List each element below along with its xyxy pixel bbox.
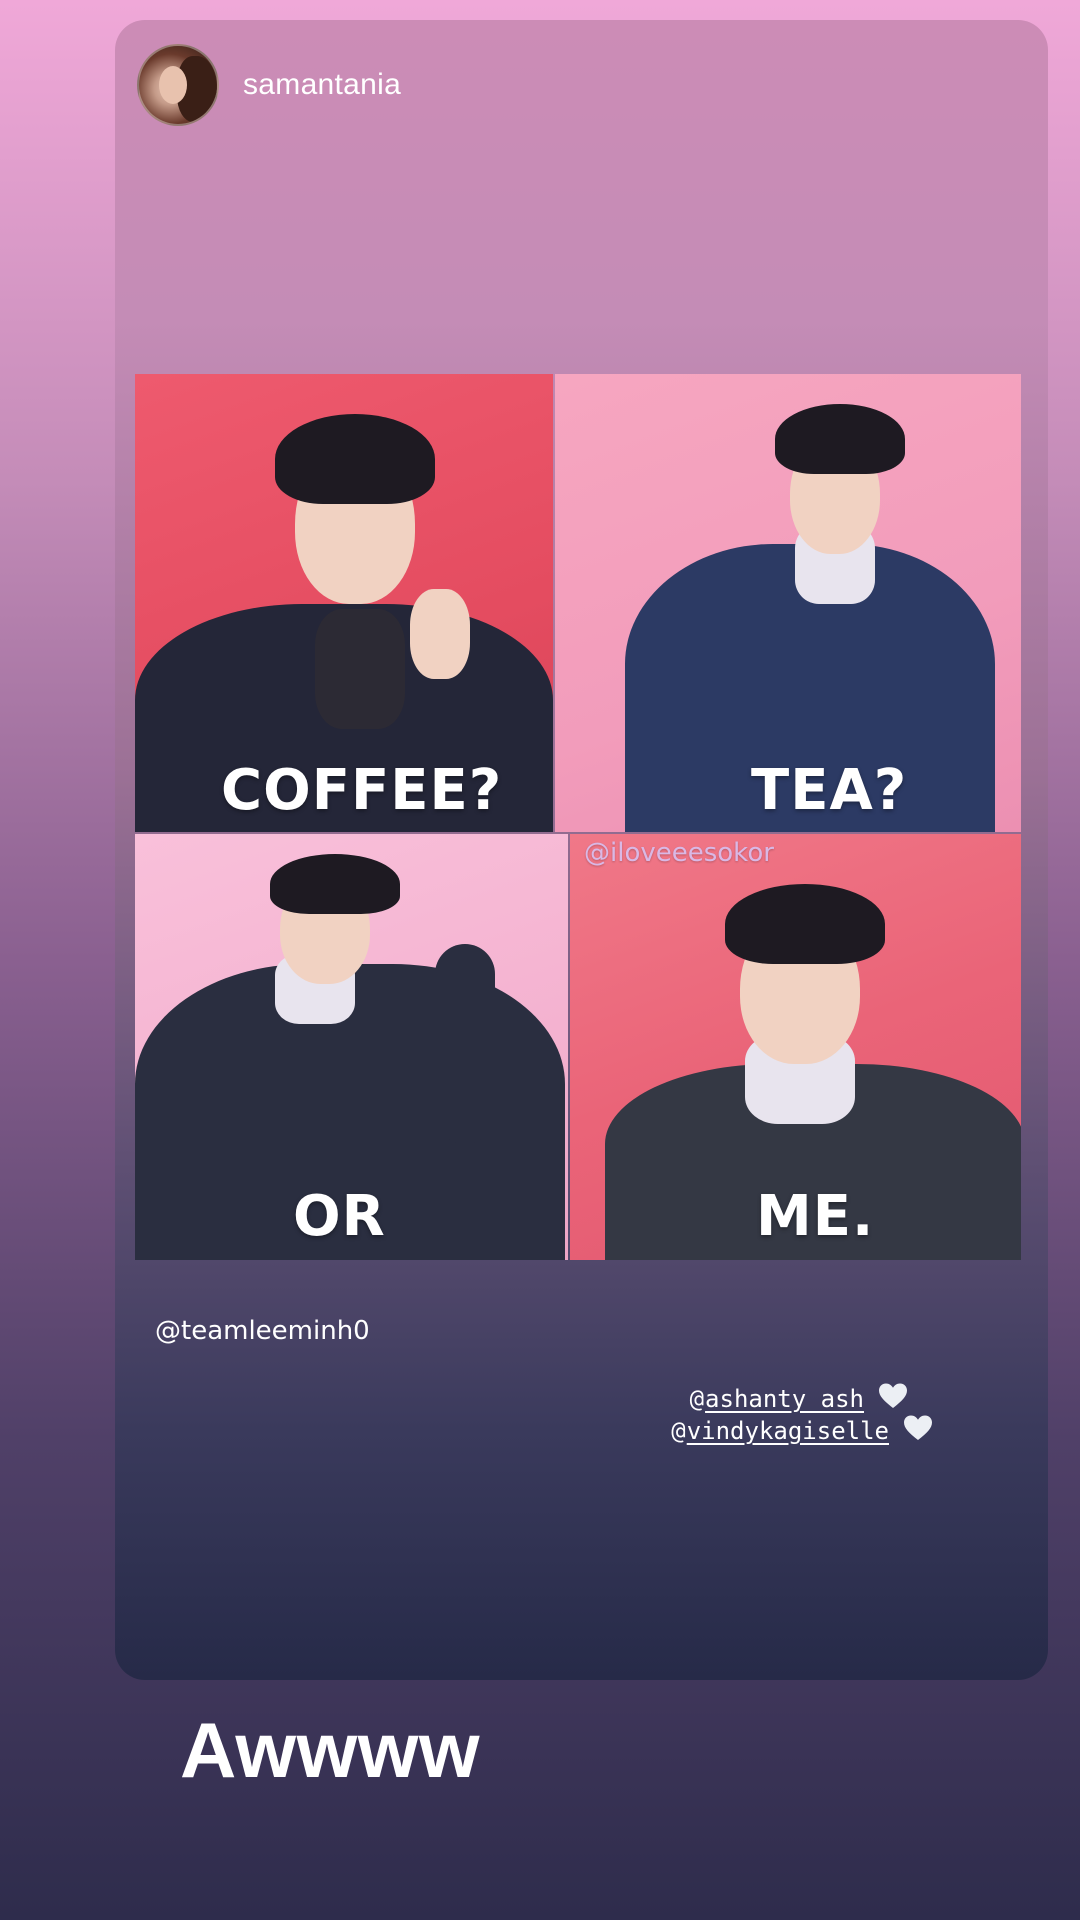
- mention-tag[interactable]: @ ashanty_ash: [690, 1382, 908, 1416]
- story-username[interactable]: samantania: [243, 68, 401, 102]
- story-author-row[interactable]: samantania: [137, 44, 401, 126]
- meme-caption-coffee: COFFEE?: [221, 758, 503, 823]
- meme-panel-tea: TEA?: [555, 374, 1021, 832]
- source-mention[interactable]: @teamleeminh0: [155, 1316, 370, 1346]
- story-card: samantania COFFEE? TEA? OR @iloveeesokor…: [115, 20, 1048, 1680]
- white-heart-icon: [878, 1382, 908, 1416]
- meme-caption-or: OR: [293, 1184, 386, 1249]
- meme-watermark: @iloveeesokor: [584, 838, 774, 868]
- white-heart-icon: [903, 1414, 933, 1448]
- meme-panel-coffee: COFFEE?: [135, 374, 553, 832]
- mention-handle[interactable]: ashanty_ash: [705, 1385, 864, 1413]
- meme-caption-tea: TEA?: [751, 758, 908, 823]
- meme-panel-me: @iloveeesokor ME.: [570, 834, 1021, 1260]
- mention-tag[interactable]: @ vindykagiselle: [671, 1414, 933, 1448]
- meme-caption-me: ME.: [756, 1184, 875, 1249]
- meme-image: COFFEE? TEA? OR @iloveeesokor ME.: [135, 374, 1021, 1260]
- avatar[interactable]: [137, 44, 219, 126]
- meme-panel-or: OR: [135, 834, 568, 1260]
- mention-handle[interactable]: vindykagiselle: [687, 1417, 889, 1445]
- story-reply-text: Awwww: [180, 1706, 481, 1794]
